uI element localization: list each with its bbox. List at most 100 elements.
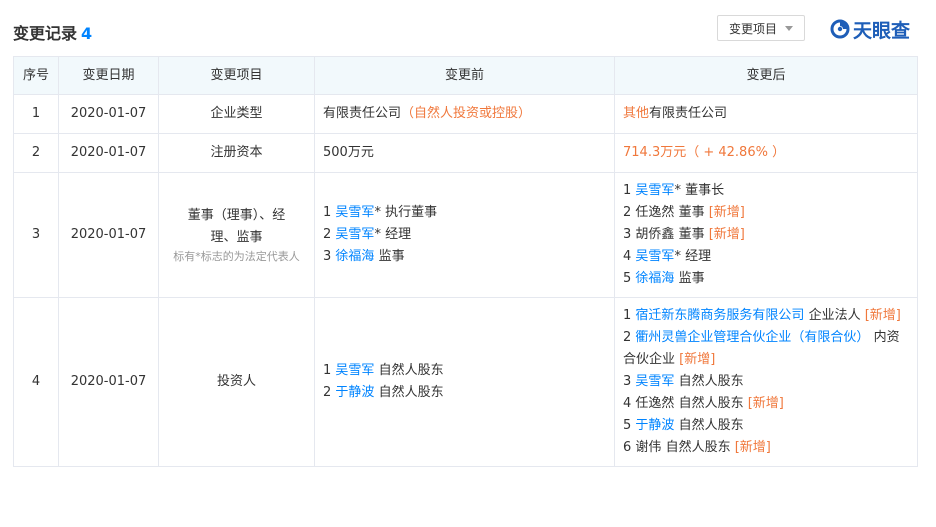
list-item: 2 衢州灵兽企业管理合伙企业（有限合伙） 内资合伙企业 [新增] [623, 327, 909, 371]
entity-link[interactable]: 吴雪军 [335, 205, 374, 220]
new-tag: [新增] [679, 352, 716, 367]
entity-name: 任逸然 [635, 205, 675, 220]
list-item: 1 吴雪军* 执行董事 [323, 202, 606, 224]
entry-number: 2 [623, 205, 632, 220]
list-item: 3 徐福海 监事 [323, 246, 606, 268]
list-item: 4 任逸然 自然人股东 [新增] [623, 393, 909, 415]
row-before: 1 吴雪军* 执行董事 2 吴雪军* 经理 3 徐福海 监事 [314, 172, 615, 298]
record-count: 4 [81, 24, 93, 43]
column-header-after: 变更后 [614, 56, 918, 95]
column-header-index: 序号 [13, 56, 59, 95]
entity-link[interactable]: 吴雪军 [635, 183, 674, 198]
new-tag: [新增] [708, 227, 745, 242]
row-item: 投资人 [158, 297, 315, 467]
list-item: 2 任逸然 董事 [新增] [623, 202, 909, 224]
entry-number: 5 [623, 271, 632, 286]
list-item: 2 于静波 自然人股东 [323, 382, 606, 404]
row-index: 4 [13, 297, 59, 467]
row-after: 1 吴雪军* 董事长 2 任逸然 董事 [新增] 3 胡侨鑫 董事 [新增] 4 吴雪… [614, 172, 918, 298]
new-tag: [新增] [864, 308, 901, 323]
row-index: 1 [13, 94, 59, 134]
list-item: 5 于静波 自然人股东 [623, 415, 909, 437]
list-item: 6 谢伟 自然人股东 [新增] [623, 437, 909, 459]
row-date: 2020-01-07 [58, 172, 159, 298]
list-item: 1 吴雪军 自然人股东 [323, 360, 606, 382]
table-header-row: 序号 变更日期 变更项目 变更前 变更后 [13, 56, 918, 95]
entity-name: 谢伟 [635, 440, 662, 455]
entry-number: 2 [623, 330, 632, 345]
entity-link[interactable]: 吴雪军 [335, 363, 374, 378]
row-item: 注册资本 [158, 133, 315, 173]
list-item: 1 吴雪军* 董事长 [623, 180, 909, 202]
new-tag: [新增] [734, 440, 771, 455]
entry-role: * 董事长 [674, 183, 725, 198]
title-text: 变更记录 [13, 24, 78, 43]
entry-role: 自然人股东 [674, 418, 744, 433]
entity-name: 任逸然 [635, 396, 675, 411]
list-item: 3 胡侨鑫 董事 [新增] [623, 224, 909, 246]
entry-number: 4 [623, 249, 632, 264]
entity-link[interactable]: 于静波 [335, 385, 374, 400]
entry-number: 4 [623, 396, 632, 411]
tianyancha-logo: 天眼查 [830, 16, 910, 42]
entity-link[interactable]: 徐福海 [635, 271, 674, 286]
entity-link[interactable]: 于静波 [635, 418, 674, 433]
entry-role: 自然人股东 [674, 396, 748, 411]
row-after: 714.3万元（ + 42.86% ） [614, 133, 918, 173]
list-item: 1 宿迁新东腾商务服务有限公司 企业法人 [新增] [623, 305, 909, 327]
entry-number: 3 [623, 227, 632, 242]
entry-role: 自然人股东 [661, 440, 735, 455]
entry-number: 3 [323, 249, 332, 264]
after-highlight: 其他 [623, 106, 650, 121]
before-highlight: （自然人投资或控股） [401, 106, 532, 121]
list-item: 3 吴雪军 自然人股东 [623, 371, 909, 393]
table-row: 4 2020-01-07 投资人 1 吴雪军 自然人股东 2 于静波 自然人股东 … [13, 297, 918, 467]
filter-label: 变更项目 [728, 21, 777, 36]
column-header-item: 变更项目 [158, 56, 315, 95]
row-date: 2020-01-07 [58, 94, 159, 134]
entry-role: 董事 [674, 205, 709, 220]
table-row: 3 2020-01-07 董事（理事）、经理、监事 标有*标志的为法定代表人 1… [13, 172, 918, 298]
after-highlight: 714.3万元（ + 42.86% ） [623, 145, 786, 160]
entry-number: 3 [623, 374, 632, 389]
section-header: 变更记录 4 变更项目 天眼查 [0, 0, 936, 56]
row-date: 2020-01-07 [58, 297, 159, 467]
list-item: 5 徐福海 监事 [623, 268, 909, 290]
row-after: 其他有限责任公司 [614, 94, 918, 134]
entry-number: 1 [623, 183, 632, 198]
row-item: 企业类型 [158, 94, 315, 134]
before-text: 500万元 [323, 145, 374, 160]
entry-role: 企业法人 [804, 308, 865, 323]
row-before: 1 吴雪军 自然人股东 2 于静波 自然人股东 [314, 297, 615, 467]
after-text: 有限责任公司 [649, 106, 728, 121]
legal-rep-note: 标有*标志的为法定代表人 [173, 250, 300, 263]
tianyancha-logo-icon [830, 19, 850, 39]
table-row: 2 2020-01-07 注册资本 500万元 714.3万元（ + 42.86… [13, 133, 918, 173]
new-tag: [新增] [708, 205, 745, 220]
change-record-table: 序号 变更日期 变更项目 变更前 变更后 1 2020-01-07 企业类型 有… [13, 56, 918, 467]
entry-role: 监事 [374, 249, 405, 264]
section-title: 变更记录 4 [13, 20, 92, 44]
entry-role: 监事 [674, 271, 705, 286]
list-item: 4 吴雪军* 经理 [623, 246, 909, 268]
before-text: 有限责任公司 [323, 106, 402, 121]
entity-link[interactable]: 宿迁新东腾商务服务有限公司 [635, 308, 804, 323]
row-before: 500万元 [314, 133, 615, 173]
entity-link[interactable]: 吴雪军 [635, 249, 674, 264]
entry-role: 自然人股东 [674, 374, 744, 389]
entity-link[interactable]: 衢州灵兽企业管理合伙企业（有限合伙） [635, 330, 869, 345]
entry-role: 自然人股东 [374, 385, 444, 400]
entity-link[interactable]: 徐福海 [335, 249, 374, 264]
list-item: 2 吴雪军* 经理 [323, 224, 606, 246]
row-date: 2020-01-07 [58, 133, 159, 173]
entry-number: 1 [623, 308, 632, 323]
column-header-date: 变更日期 [58, 56, 159, 95]
entity-link[interactable]: 吴雪军 [635, 374, 674, 389]
entity-name: 胡侨鑫 [635, 227, 675, 242]
row-before: 有限责任公司（自然人投资或控股） [314, 94, 615, 134]
column-header-before: 变更前 [314, 56, 615, 95]
entity-link[interactable]: 吴雪军 [335, 227, 374, 242]
table-row: 1 2020-01-07 企业类型 有限责任公司（自然人投资或控股） 其他有限责… [13, 94, 918, 134]
change-item-filter-dropdown[interactable]: 变更项目 [717, 15, 805, 41]
entry-number: 2 [323, 227, 332, 242]
